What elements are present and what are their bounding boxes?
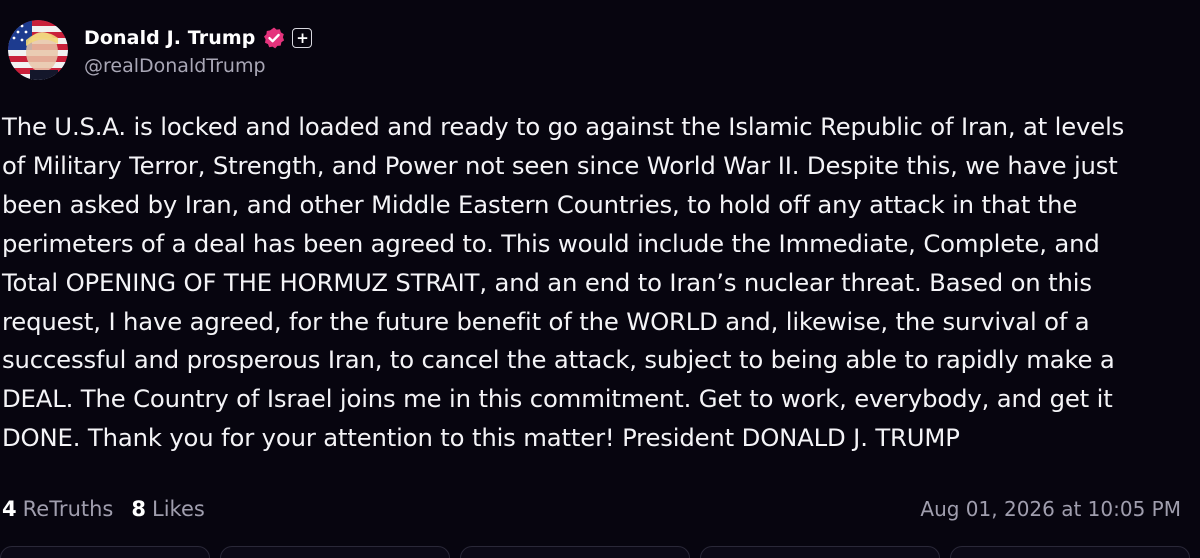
post-header: Donald J. Trump + @realDonaldTrump bbox=[0, 12, 313, 88]
reply-button[interactable] bbox=[0, 546, 210, 558]
retruths-count: 4 bbox=[2, 497, 17, 521]
more-button[interactable] bbox=[950, 546, 1190, 558]
retruths-label: ReTruths bbox=[22, 497, 114, 521]
retruths-stat[interactable]: 4 ReTruths bbox=[2, 497, 113, 521]
like-button[interactable] bbox=[460, 546, 690, 558]
verified-badge-icon bbox=[262, 26, 286, 50]
plus-badge: + bbox=[292, 28, 313, 48]
likes-stat[interactable]: 8 Likes bbox=[131, 497, 204, 521]
likes-count: 8 bbox=[131, 497, 146, 521]
post-timestamp[interactable]: Aug 01, 2026 at 10:05 PM bbox=[920, 492, 1181, 526]
post-body-text: The U.S.A. is locked and loaded and read… bbox=[2, 112, 1125, 453]
author-identity: Donald J. Trump + @realDonaldTrump bbox=[84, 23, 313, 77]
post-stats: 4 ReTruths 8 Likes bbox=[2, 492, 223, 526]
action-bar bbox=[0, 546, 1200, 558]
retruth-button[interactable] bbox=[220, 546, 450, 558]
author-display-name[interactable]: Donald J. Trump bbox=[84, 27, 255, 49]
post-card: Donald J. Trump + @realDonaldTrump The U… bbox=[0, 0, 1200, 558]
name-row: Donald J. Trump + bbox=[84, 23, 313, 53]
author-handle[interactable]: @realDonaldTrump bbox=[84, 55, 312, 77]
avatar[interactable] bbox=[8, 20, 68, 80]
share-button[interactable] bbox=[700, 546, 940, 558]
avatar-image bbox=[8, 20, 68, 80]
likes-label: Likes bbox=[152, 497, 205, 521]
